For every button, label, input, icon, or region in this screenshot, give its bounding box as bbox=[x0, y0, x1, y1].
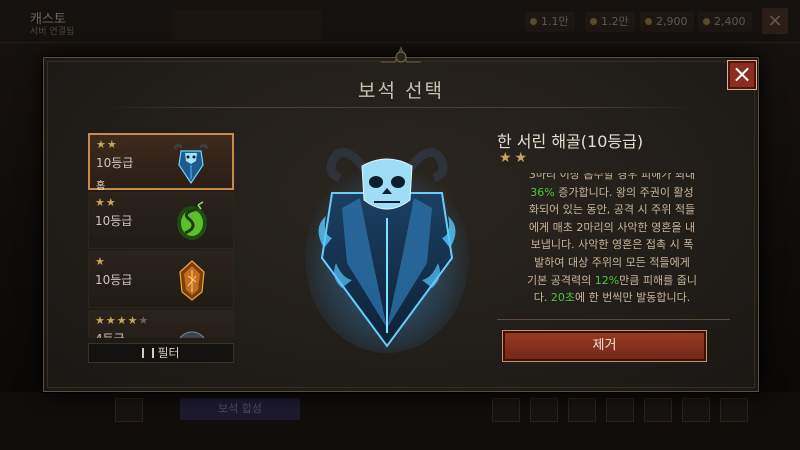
gem-level: 10등급 bbox=[95, 273, 133, 287]
gem-tag: 홈 bbox=[96, 181, 106, 192]
gem-description-scroll[interactable]: 3마리 이상 흡수할 경우 피해가 최대 36% 증가합니다. 왕의 주권이 활… bbox=[497, 173, 730, 320]
gem-select-dialog: 보석 선택 × ★★ 10등급 홈 ★★ 10등급 ★ 10등급 ★★★★★ 필… bbox=[43, 46, 759, 392]
gem-list-item[interactable]: ★★ 10등급 bbox=[88, 192, 234, 249]
background-panel bbox=[172, 10, 322, 40]
gem-stars: ★★ bbox=[96, 138, 118, 151]
filter-icon bbox=[142, 348, 155, 358]
background-slot bbox=[115, 398, 143, 422]
crest-ornament-icon bbox=[381, 46, 421, 63]
gem-level: 10등급 bbox=[95, 214, 133, 228]
amber-rune-gem-icon bbox=[179, 260, 205, 301]
background-slot bbox=[644, 398, 672, 422]
background-slot bbox=[720, 398, 748, 422]
background-currency-4: 2,400 bbox=[698, 12, 752, 32]
background-currency-2: 1.2만 bbox=[585, 12, 635, 32]
gem-stars: ★★ bbox=[95, 196, 117, 209]
background-close-icon: × bbox=[762, 8, 788, 34]
gem-list[interactable]: ★★ 10등급 홈 ★★ 10등급 ★ 10등급 ★★★★★ bbox=[88, 133, 234, 338]
background-currency-1: 1.1만 bbox=[525, 12, 575, 32]
close-button[interactable]: × bbox=[727, 60, 757, 90]
background-slot bbox=[568, 398, 596, 422]
gem-level: 10등급 bbox=[96, 156, 134, 170]
gem-stars: ★ bbox=[95, 255, 106, 268]
background-slot bbox=[530, 398, 558, 422]
gem-list-item[interactable]: ★ 10등급 bbox=[88, 251, 234, 308]
filter-button[interactable]: 필터 bbox=[88, 343, 234, 363]
background-slot bbox=[606, 398, 634, 422]
background-slot bbox=[492, 398, 520, 422]
selected-gem-name: 한 서린 해골(10등급) bbox=[497, 132, 644, 151]
dialog-title: 보석 선택 bbox=[358, 80, 444, 102]
background-player-sub: 서버 연결됨 bbox=[30, 27, 75, 37]
gem-level: 4등급 bbox=[95, 330, 125, 338]
selected-gem-stars: ★★ bbox=[499, 150, 531, 166]
blue-skull-gem-icon bbox=[173, 143, 209, 185]
gem-list-item-selected[interactable]: ★★ 10등급 홈 bbox=[88, 133, 234, 192]
background-slot bbox=[682, 398, 710, 422]
background-currency-3: 2,900 bbox=[640, 12, 694, 32]
gem-list-item[interactable]: ★★★★★ 4등급 bbox=[88, 310, 234, 338]
green-serpent-gem-icon bbox=[177, 201, 207, 240]
title-divider bbox=[104, 107, 698, 108]
remove-button[interactable]: 제거 bbox=[502, 330, 707, 362]
gem-description: 3마리 이상 흡수할 경우 피해가 최대 36% 증가합니다. 왕의 주권이 활… bbox=[526, 173, 697, 305]
gem-stars: ★★★★★ bbox=[95, 314, 150, 327]
close-icon: × bbox=[731, 60, 753, 88]
grey-orb-gem-icon bbox=[179, 331, 205, 338]
blue-skull-gem-large-icon bbox=[305, 148, 469, 353]
filter-label: 필터 bbox=[157, 346, 180, 360]
background-button: 보석 합성 bbox=[180, 398, 300, 420]
